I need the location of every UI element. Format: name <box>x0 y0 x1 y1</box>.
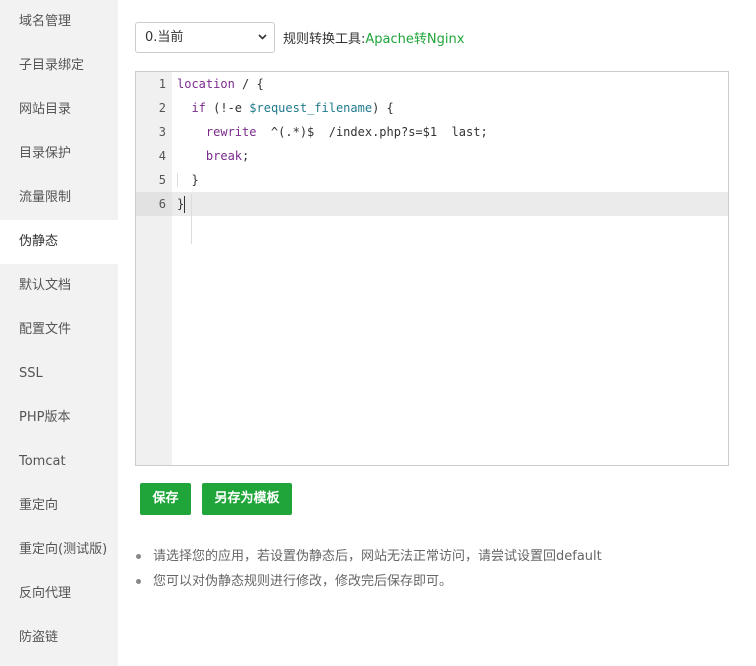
sidebar-item-hotlink[interactable]: 防盗链 <box>0 616 118 660</box>
sidebar-item-dir-protect[interactable]: 目录保护 <box>0 132 118 176</box>
indent-guide <box>177 173 178 187</box>
text-cursor <box>184 196 185 213</box>
tip-item: 您可以对伪静态规则进行修改，修改完后保存即可。 <box>135 569 602 594</box>
main-panel: 0.当前 规则转换工具: Apache转Nginx 1 2 3 4 5 6 lo… <box>135 0 756 666</box>
code-line: location / { <box>172 72 728 96</box>
line-number: 2 <box>158 101 166 115</box>
sidebar-nav: 域名管理 子目录绑定 网站目录 目录保护 流量限制 伪静态 默认文档 配置文件 … <box>0 0 118 666</box>
save-button[interactable]: 保存 <box>140 483 191 515</box>
sidebar-item-redirect-beta[interactable]: 重定向(测试版) <box>0 528 118 572</box>
code-line: if (!-e $request_filename) { <box>172 96 728 120</box>
sidebar-item-php-version[interactable]: PHP版本 <box>0 396 118 440</box>
rewrite-toolbar: 0.当前 规则转换工具: Apache转Nginx <box>135 22 464 53</box>
tip-item: 请选择您的应用，若设置伪静态后，网站无法正常访问，请尝试设置回default <box>135 544 602 569</box>
apache-to-nginx-link[interactable]: Apache转Nginx <box>365 28 464 47</box>
indent-guide <box>191 194 192 244</box>
sidebar-item-subdir-binding[interactable]: 子目录绑定 <box>0 44 118 88</box>
line-number: 3 <box>158 125 166 139</box>
code-line-current: } <box>172 192 728 216</box>
line-number-current: 6 <box>136 192 172 216</box>
sidebar-item-redirect[interactable]: 重定向 <box>0 484 118 528</box>
code-line-text: } <box>177 173 199 187</box>
sidebar-item-traffic-limit[interactable]: 流量限制 <box>0 176 118 220</box>
sidebar-item-config-file[interactable]: 配置文件 <box>0 308 118 352</box>
save-as-template-button[interactable]: 另存为模板 <box>202 483 292 515</box>
sidebar-item-tomcat[interactable]: Tomcat <box>0 440 118 484</box>
code-editor[interactable]: 1 2 3 4 5 6 location / { if (!-e $reques… <box>135 71 729 466</box>
line-number: 5 <box>158 173 166 187</box>
code-line: rewrite ^(.*)$ /index.php?s=$1 last; <box>172 120 728 144</box>
chevron-down-icon <box>258 34 267 40</box>
sidebar-item-reverse-proxy[interactable]: 反向代理 <box>0 572 118 616</box>
code-line-text: rewrite ^(.*)$ /index.php?s=$1 last; <box>205 125 488 139</box>
converter-label: 规则转换工具: <box>283 32 366 47</box>
rule-select-value: 0.当前 <box>145 30 184 45</box>
line-number: 1 <box>158 77 166 91</box>
code-area[interactable]: location / { if (!-e $request_filename) … <box>172 72 728 465</box>
code-line: } <box>172 168 728 192</box>
tips-list: 请选择您的应用，若设置伪静态后，网站无法正常访问，请尝试设置回default 您… <box>135 544 602 594</box>
sidebar-item-ssl[interactable]: SSL <box>0 352 118 396</box>
rule-select[interactable]: 0.当前 <box>135 22 275 53</box>
line-number: 4 <box>158 149 166 163</box>
line-gutter: 1 2 3 4 5 6 <box>136 72 172 465</box>
sidebar-item-default-doc[interactable]: 默认文档 <box>0 264 118 308</box>
sidebar-item-site-dir[interactable]: 网站目录 <box>0 88 118 132</box>
code-line-text: location / { <box>177 77 264 91</box>
code-line: break; <box>172 144 728 168</box>
sidebar-item-domain[interactable]: 域名管理 <box>0 0 118 44</box>
sidebar-item-rewrite[interactable]: 伪静态 <box>0 220 118 264</box>
code-line-text: if (!-e $request_filename) { <box>191 101 394 115</box>
code-line-text: break; <box>205 149 250 163</box>
